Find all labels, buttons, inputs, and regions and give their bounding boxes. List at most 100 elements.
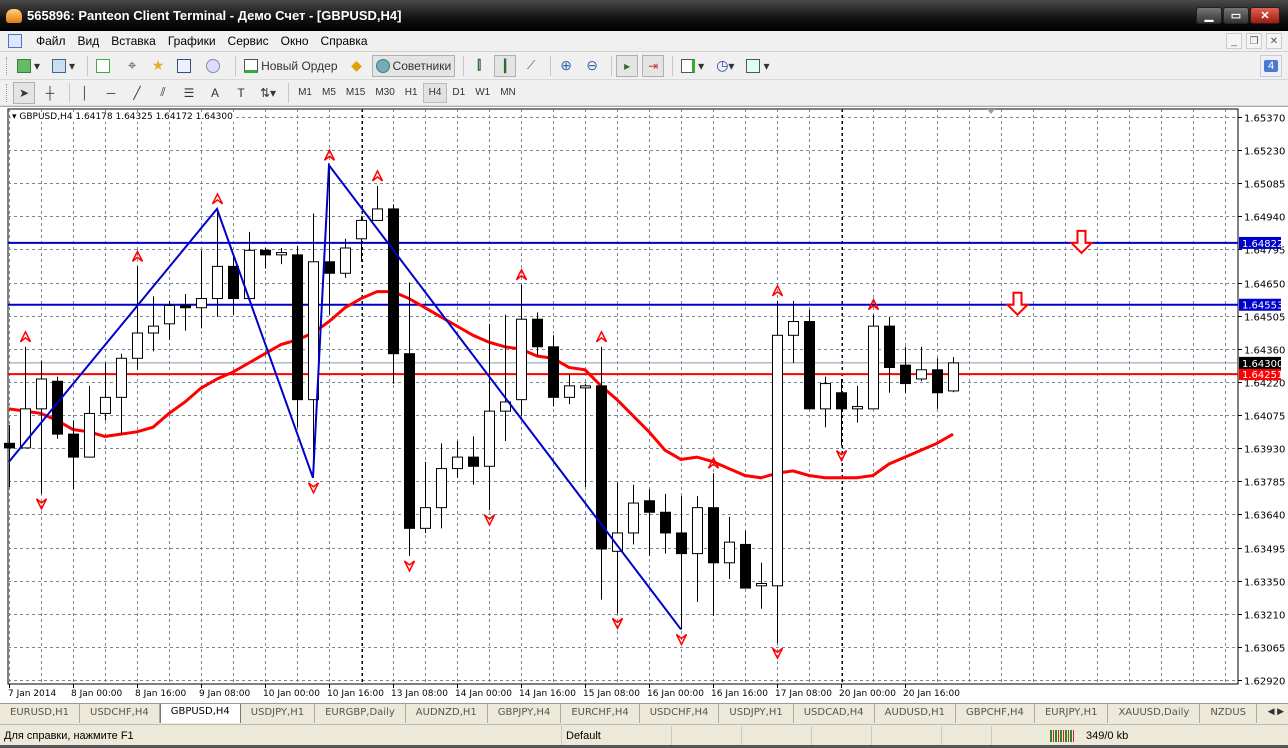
- text-label-tool[interactable]: T: [230, 82, 252, 104]
- market-watch-button[interactable]: [92, 55, 117, 77]
- candle-body: [756, 582, 767, 587]
- close-button[interactable]: ✕: [1250, 7, 1280, 24]
- timeframe-m5[interactable]: M5: [317, 83, 341, 103]
- menu-help[interactable]: Справка: [315, 34, 374, 48]
- mdi-minimize-button[interactable]: _: [1226, 33, 1242, 49]
- toolbar-grip[interactable]: [6, 56, 9, 75]
- alert-button[interactable]: ◆: [346, 55, 368, 77]
- maximize-button[interactable]: ▭: [1223, 7, 1249, 24]
- indicators-button[interactable]: ▾: [677, 55, 708, 77]
- price-chart[interactable]: 1.653701.652301.650851.649401.647951.646…: [0, 107, 1288, 704]
- timeframe-w1[interactable]: W1: [470, 83, 495, 103]
- chart-tab[interactable]: EURUSD,H1: [0, 704, 81, 723]
- fibonacci-tool[interactable]: ☰: [178, 82, 200, 104]
- timeframe-m30[interactable]: M30: [370, 83, 399, 103]
- chart-tab[interactable]: USDCHF,H4: [640, 704, 720, 723]
- chart-shift-button[interactable]: ⇥: [642, 54, 665, 77]
- data-window-button[interactable]: ⌖: [121, 55, 143, 77]
- chart-tab[interactable]: NZDUS: [1200, 704, 1258, 723]
- chart-tab[interactable]: GBPCHF,H4: [956, 704, 1035, 723]
- toolbar-grip[interactable]: [6, 83, 9, 102]
- trendline-tool[interactable]: ╱: [126, 82, 148, 104]
- price-tick-label: 1.65085: [1244, 180, 1285, 191]
- chart-tab[interactable]: USDJPY,H1: [719, 704, 794, 723]
- timeframe-m15[interactable]: M15: [341, 83, 370, 103]
- time-tick-label: 9 Jan 08:00: [199, 689, 251, 699]
- notification-count: 4: [1263, 60, 1279, 72]
- crosshair-tool[interactable]: ┼: [39, 82, 61, 104]
- menu-insert[interactable]: Вставка: [105, 34, 162, 48]
- bar-chart-button[interactable]: ⫿: [468, 55, 490, 77]
- menu-window[interactable]: Окно: [275, 34, 315, 48]
- timeframe-h4[interactable]: H4: [422, 82, 448, 103]
- line-chart-button[interactable]: ⟋: [520, 55, 542, 77]
- notifications-button[interactable]: 4: [1260, 55, 1282, 77]
- chart-tab[interactable]: EURCHF,H4: [561, 704, 640, 723]
- candle-body: [772, 334, 783, 587]
- chart-tab[interactable]: AUDUSD,H1: [875, 704, 956, 723]
- price-tick-label: 1.64650: [1244, 280, 1285, 291]
- new-chart-button[interactable]: ▾: [13, 55, 44, 77]
- menu-tools[interactable]: Сервис: [222, 34, 275, 48]
- candle-body: [436, 468, 447, 509]
- minimize-button[interactable]: ▁: [1196, 7, 1222, 24]
- price-tick-label: 1.65230: [1244, 147, 1285, 158]
- candle-body: [68, 433, 79, 458]
- mdi-restore-button[interactable]: ❐: [1246, 33, 1262, 49]
- chart-tab[interactable]: GBPJPY,H4: [488, 704, 562, 723]
- cursor-icon: ➤: [18, 85, 30, 100]
- cursor-tool[interactable]: ➤: [13, 81, 35, 104]
- chart-tab[interactable]: USDJPY,H1: [241, 704, 316, 723]
- new-order-button[interactable]: Новый Ордер: [240, 55, 341, 77]
- autoscroll-button[interactable]: ▸: [616, 54, 639, 77]
- tab-scroll-arrows[interactable]: ◀ ▶: [1268, 706, 1284, 717]
- horizontal-line-tool[interactable]: ─: [100, 82, 122, 104]
- new-order-label: Новый Ордер: [261, 58, 338, 73]
- text-tool[interactable]: A: [204, 82, 226, 104]
- time-tick-label: 20 Jan 00:00: [839, 689, 896, 699]
- periods-button[interactable]: ◷ ▾: [712, 55, 738, 77]
- chart-tab[interactable]: GBPUSD,H4: [159, 704, 241, 723]
- candle-chart-button[interactable]: ┃: [494, 54, 517, 77]
- zoom-out-button[interactable]: ⊖: [581, 55, 603, 77]
- candle-body: [116, 357, 127, 398]
- chart-tabs: EURUSD,H1 USDCHF,H4 GBPUSD,H4 USDJPY,H1 EURG…: [0, 703, 1288, 723]
- new-chart-icon: [17, 58, 31, 73]
- menu-file[interactable]: Файл: [30, 34, 72, 48]
- timeframe-mn[interactable]: MN: [495, 83, 521, 103]
- time-tick-label: 16 Jan 16:00: [711, 689, 768, 699]
- navigator-button[interactable]: ★: [147, 55, 169, 77]
- profiles-button[interactable]: ▾: [48, 55, 79, 77]
- chart-tab[interactable]: USDCAD,H4: [794, 704, 875, 723]
- strategy-tester-button[interactable]: [202, 55, 227, 77]
- zoom-in-button[interactable]: ⊕: [555, 55, 577, 77]
- terminal-button[interactable]: [173, 55, 198, 77]
- zoom-in-icon: ⊕: [560, 57, 573, 73]
- mdi-close-button[interactable]: ✕: [1266, 33, 1282, 49]
- timeframe-d1[interactable]: D1: [447, 83, 470, 103]
- chart-window[interactable]: 1.65370 1.65230 1.65085 1.64940 1.64795 1.646…: [0, 106, 1288, 703]
- time-tick-label: 15 Jan 08:00: [583, 689, 640, 699]
- menu-charts[interactable]: Графики: [162, 34, 222, 48]
- chart-tab[interactable]: EURJPY,H1: [1035, 704, 1109, 723]
- candle-body: [180, 304, 191, 309]
- timeframe-m1[interactable]: M1: [293, 83, 317, 103]
- zoom-out-icon: ⊖: [586, 57, 599, 73]
- experts-button[interactable]: Советники: [371, 54, 456, 77]
- chart-tab[interactable]: XAUUSD,Daily: [1108, 704, 1201, 723]
- vertical-line-tool[interactable]: │: [74, 82, 96, 104]
- timeframe-h1[interactable]: H1: [400, 83, 423, 103]
- terminal-icon: [177, 58, 192, 73]
- menu-view[interactable]: Вид: [72, 34, 106, 48]
- chart-tab[interactable]: EURGBP,Daily: [315, 704, 406, 723]
- warning-icon: ◆: [351, 57, 362, 73]
- chart-tab[interactable]: AUDNZD,H1: [406, 704, 488, 723]
- channel-tool[interactable]: ⫽: [152, 82, 174, 104]
- chart-window-icon[interactable]: [8, 34, 22, 48]
- price-tick-label: 1.63930: [1244, 445, 1285, 456]
- arrows-tool[interactable]: ⇅▾: [256, 82, 280, 104]
- templates-button[interactable]: ▾: [742, 55, 773, 77]
- clock-icon: ◷: [716, 57, 729, 73]
- bar-chart-icon: ⫿: [477, 58, 482, 72]
- chart-tab[interactable]: USDCHF,H4: [80, 704, 160, 723]
